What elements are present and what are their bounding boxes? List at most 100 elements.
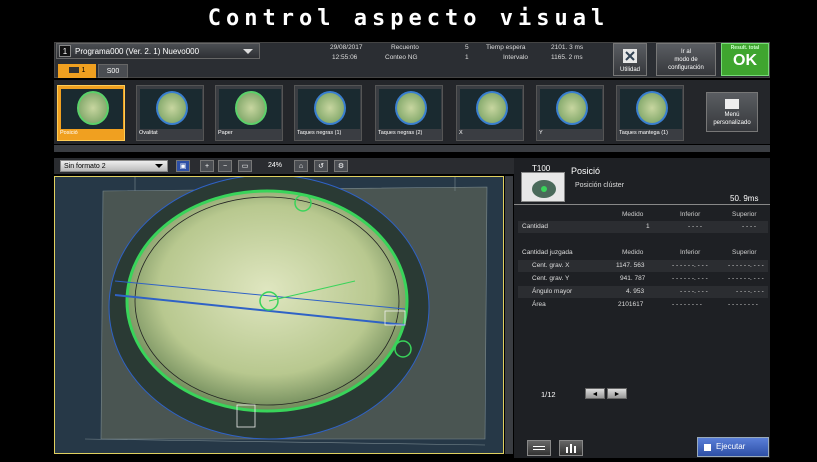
thumbnail-image (460, 89, 522, 129)
thumbnail-4[interactable]: Taques negras (2) (375, 85, 443, 141)
thumbnail-2[interactable]: Paper (215, 85, 283, 141)
tool-time: 50. 9ms (730, 194, 759, 203)
row-inferior: - - - - - - - - (672, 301, 702, 308)
prev-page-button[interactable]: ◄ (585, 388, 605, 399)
table2-header-inferior: Inferior (680, 249, 701, 256)
custom-menu-button[interactable]: Menú personalizado (706, 92, 758, 132)
row-superior: - - - - - - - - (728, 301, 758, 308)
zoom-in-icon[interactable]: + (200, 160, 214, 172)
config-label-2: modo de (674, 57, 698, 63)
config-label-3: configuración (668, 65, 704, 71)
thumbnail-0[interactable]: Posició (57, 85, 125, 141)
row-name: Área (532, 301, 546, 308)
row-name: Ángulo mayor (532, 288, 573, 295)
page-indicator: 1/12 (541, 390, 556, 399)
custom-menu-label-2: personalizado (713, 120, 751, 126)
intervalo-label: Intervalo (503, 54, 528, 61)
chevron-down-icon (243, 49, 253, 54)
row-inferior: - - - - (688, 223, 703, 230)
next-page-button[interactable]: ► (607, 388, 627, 399)
thumbnail-image (298, 89, 360, 129)
time: 12:55:06 (332, 54, 358, 61)
program-number: 1 (59, 45, 71, 57)
ok-label: OK (733, 52, 757, 69)
thumbnail-label: Posició (60, 130, 78, 136)
row-medido: 4. 953 (626, 288, 645, 295)
thumbnail-image (620, 89, 682, 129)
thumbnail-image (379, 89, 441, 129)
row-medido: 1 (646, 223, 650, 230)
conteo-ng-label: Conteo NG (385, 54, 418, 61)
run-button[interactable]: Ejecutar (697, 437, 769, 457)
play-icon (704, 444, 711, 451)
config-label-1: Ir al (680, 49, 691, 55)
thumbnail-label: Paper (218, 130, 233, 136)
thumbnail-label: Ovalitat (139, 130, 158, 136)
recuento-label: Recuento (391, 44, 419, 51)
utilidad-label: Utilidad (619, 67, 640, 73)
divider (514, 204, 770, 205)
format-selector[interactable]: Sin formato 2 (60, 160, 168, 172)
tiemp-espera-label: Tiemp espera (486, 44, 526, 51)
intervalo-value: 1165. 2 ms (551, 54, 583, 61)
row-inferior: - - - -. - - - (680, 288, 708, 295)
tool-subtitle: Posición clúster (575, 182, 625, 189)
image-vertical-scrollbar[interactable] (505, 176, 513, 454)
thumbnail-5[interactable]: X (456, 85, 524, 141)
row-inferior: - - - - - -. - - - (672, 275, 708, 282)
menu-list-icon (725, 99, 739, 109)
tools-icon (623, 49, 637, 63)
row-name: Cent. grav. X (532, 262, 570, 269)
thumbnail-image (540, 89, 602, 129)
list-icon (533, 446, 545, 450)
format-value: Sin formato 2 (64, 163, 106, 170)
run-label: Ejecutar (716, 442, 746, 451)
inspection-image-view[interactable] (54, 176, 504, 454)
utilidad-button[interactable]: Utilidad (613, 43, 647, 76)
table-row: Cent. grav. X 1147. 563 - - - - - -. - -… (518, 260, 768, 272)
row-medido: 941. 787 (620, 275, 646, 282)
table-row: Ángulo mayor 4. 953 - - - -. - - - - - -… (518, 286, 768, 298)
table-row: Área 2101617 - - - - - - - - - - - - - -… (518, 299, 768, 311)
tiemp-espera-value: 2101. 3 ms (551, 44, 584, 51)
thumbnail-label: Y (539, 130, 543, 136)
thumbnail-1[interactable]: Ovalitat (136, 85, 204, 141)
row-superior: - - - - (742, 223, 757, 230)
table1-header-superior: Superior (732, 211, 757, 218)
inspection-image (55, 177, 503, 453)
program-selector[interactable]: 1 Programa000 (Ver. 2. 1) Nuevo000 (56, 43, 260, 59)
tab-s00[interactable]: S00 (98, 64, 128, 78)
thumbnail-image (219, 89, 281, 129)
row-superior: - - - - - -. - - - (728, 275, 764, 282)
thumbnail-scrollbar[interactable] (54, 145, 770, 152)
row-superior: - - - - - -. - - - (728, 262, 764, 269)
thumbnail-7[interactable]: Taques mantega (1) (616, 85, 684, 141)
total-result-badge: Result. total OK (721, 43, 769, 76)
table2-header-medido: Medido (622, 249, 644, 256)
thumbnail-image (140, 89, 202, 129)
conteo-ng-value: 1 (465, 54, 469, 61)
config-mode-button[interactable]: Ir al modo de configuración (656, 43, 716, 76)
table1-header-medido: Medido (622, 211, 644, 218)
chart-view-button[interactable] (559, 440, 583, 456)
recuento-value: 5 (465, 44, 469, 51)
display-mode-icon[interactable]: ▣ (176, 160, 190, 172)
tab-camera-1[interactable]: 1 (58, 64, 96, 78)
pan-icon[interactable]: ⌂ (294, 160, 308, 172)
thumbnail-label: Taques negras (2) (378, 130, 423, 136)
tab-camera-1-label: 1 (81, 67, 86, 74)
ok-small-label: Result. total (730, 45, 760, 51)
rotate-icon[interactable]: ↺ (314, 160, 328, 172)
table-row: Cent. grav. Y 941. 787 - - - - - -. - - … (518, 273, 768, 285)
zoom-level: 24% (268, 162, 283, 169)
thumbnail-3[interactable]: Taques negras (1) (294, 85, 362, 141)
tool-icon-position (521, 172, 565, 202)
settings-icon[interactable]: ⚙ (334, 160, 348, 172)
chevron-down-icon (155, 164, 163, 168)
zoom-out-icon[interactable]: − (218, 160, 232, 172)
list-view-button[interactable] (527, 440, 551, 456)
fit-screen-icon[interactable]: ▭ (238, 160, 252, 172)
table2-title: Cantidad juzgada (522, 249, 573, 256)
thumbnail-6[interactable]: Y (536, 85, 604, 141)
date: 29/08/2017 (330, 44, 363, 51)
